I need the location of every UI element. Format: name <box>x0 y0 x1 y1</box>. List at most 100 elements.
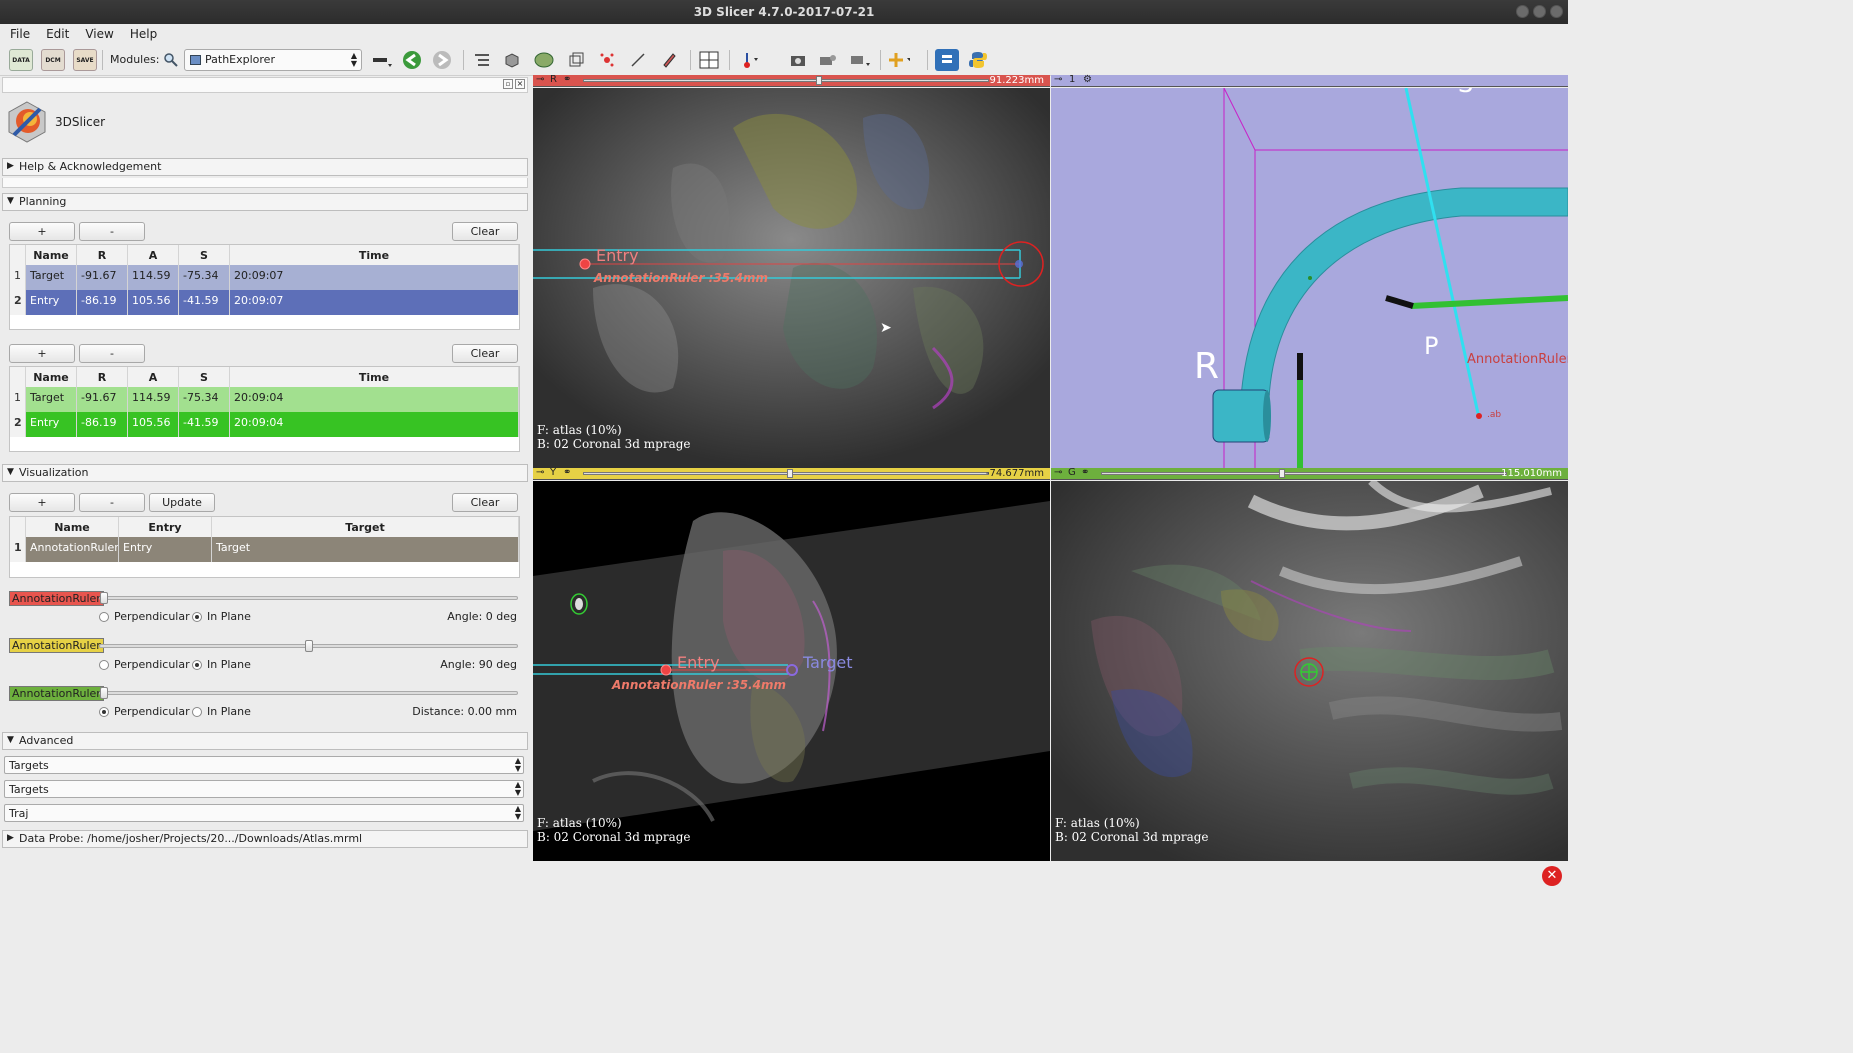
yellow-ruler-slider[interactable] <box>99 640 518 652</box>
cell-s[interactable]: -75.34 <box>179 265 230 290</box>
link-icon[interactable]: ⚭ <box>563 467 571 478</box>
table-row-selected[interactable]: 2 Entry -86.19 105.56 -41.59 20:09:04 <box>10 412 519 437</box>
green-offset-slider[interactable] <box>1101 469 1507 478</box>
pin-icon[interactable]: ⊸ <box>1054 74 1062 85</box>
cell-r[interactable]: -91.67 <box>77 265 128 290</box>
clear-entries-button[interactable]: Clear <box>452 344 518 363</box>
error-log-icon[interactable]: ✕ <box>1542 866 1562 886</box>
scene-view-icon[interactable] <box>816 49 840 71</box>
view-options-icon[interactable]: ⚙ <box>1083 74 1092 85</box>
extension-manager-icon[interactable] <box>935 49 959 71</box>
perpendicular-radio-yellow[interactable] <box>99 660 109 670</box>
cell-s[interactable]: -41.59 <box>179 412 230 437</box>
close-panel-icon[interactable]: × <box>515 79 525 89</box>
cell-name[interactable]: Target <box>26 265 77 290</box>
load-dicom-button[interactable]: DCM <box>41 49 65 71</box>
3d-view[interactable]: R P S AnnotationRuler .ab <box>1051 88 1568 468</box>
module-selector[interactable]: PathExplorer ▲ ▼ <box>184 49 362 71</box>
cell-name[interactable]: Entry <box>26 412 77 437</box>
maximize-button[interactable] <box>1533 5 1546 18</box>
targets-combo-1[interactable]: Targets ▲ ▼ <box>4 756 524 774</box>
red-slice-view[interactable]: Entry AnnotationRuler :35.4mm ➤ F: atlas… <box>533 88 1050 468</box>
minimize-button[interactable] <box>1516 5 1529 18</box>
red-offset-value[interactable]: 91.223mm <box>990 75 1044 87</box>
in-plane-radio-yellow[interactable] <box>192 660 202 670</box>
crosshair-icon[interactable] <box>886 49 910 71</box>
back-arrow-icon[interactable] <box>400 49 424 71</box>
update-button[interactable]: Update <box>149 493 215 512</box>
planning-section-header[interactable]: ▼ Planning <box>2 193 528 211</box>
clear-targets-button[interactable]: Clear <box>452 222 518 241</box>
trajectory-combo[interactable]: Traj ▲ ▼ <box>4 804 524 822</box>
yellow-view-controller-bar[interactable]: ⊸ Y ⚭ -74.677mm <box>533 467 1050 480</box>
cell-time[interactable]: 20:09:04 <box>230 387 519 412</box>
models-module-icon[interactable] <box>532 49 556 71</box>
green-ruler-slider[interactable] <box>99 687 518 699</box>
markups-module-icon[interactable] <box>595 49 619 71</box>
link-icon[interactable]: ⚭ <box>1081 467 1089 478</box>
data-module-icon[interactable] <box>470 49 494 71</box>
column-header-r[interactable]: R <box>77 245 128 265</box>
slider-handle[interactable] <box>100 592 108 604</box>
green-offset-value[interactable]: 115.010mm <box>1501 468 1562 480</box>
column-header-name[interactable]: Name <box>26 367 77 387</box>
perpendicular-radio-red[interactable] <box>99 612 109 622</box>
add-trajectory-button[interactable]: + <box>9 493 75 512</box>
table-row-selected[interactable]: 1 AnnotationRuler Entry Target <box>10 537 519 562</box>
table-row[interactable]: 1 Target -91.67 114.59 -75.34 20:09:04 <box>10 387 519 412</box>
clear-trajectories-button[interactable]: Clear <box>452 493 518 512</box>
menu-view[interactable]: View <box>75 24 119 41</box>
column-header-time[interactable]: Time <box>230 245 519 265</box>
cell-entry[interactable]: Entry <box>119 537 212 562</box>
forward-arrow-icon[interactable] <box>430 49 454 71</box>
cell-s[interactable]: -41.59 <box>179 290 230 315</box>
column-header-s[interactable]: S <box>179 245 230 265</box>
yellow-offset-value[interactable]: -74.677mm <box>986 468 1044 480</box>
menu-file[interactable]: File <box>0 24 36 41</box>
yellow-slice-view[interactable]: Entry Target AnnotationRuler :35.4mm F: … <box>533 481 1050 861</box>
3d-view-controller-bar[interactable]: ⊸ 1 ⚙ <box>1051 74 1568 87</box>
slider-handle[interactable] <box>305 640 313 652</box>
ruler-module-icon[interactable] <box>626 49 650 71</box>
screenshot-icon[interactable] <box>786 49 810 71</box>
scene-restore-icon[interactable] <box>848 49 872 71</box>
cell-name[interactable]: AnnotationRuler <box>26 537 119 562</box>
red-ruler-slider[interactable] <box>99 592 518 604</box>
cell-time[interactable]: 20:09:07 <box>230 265 519 290</box>
layout-icon[interactable] <box>697 49 721 71</box>
slider-handle[interactable] <box>787 469 793 478</box>
cell-target[interactable]: Target <box>212 537 519 562</box>
load-data-button[interactable]: DATA <box>9 49 33 71</box>
green-slice-view[interactable]: F: atlas (10%) B: 02 Coronal 3d mprage <box>1051 481 1568 861</box>
add-entry-button[interactable]: + <box>9 344 75 363</box>
table-row-selected[interactable]: 2 Entry -86.19 105.56 -41.59 20:09:07 <box>10 290 519 315</box>
save-button[interactable]: SAVE <box>73 49 97 71</box>
column-header-r[interactable]: R <box>77 367 128 387</box>
table-row[interactable]: 1 Target -91.67 114.59 -75.34 20:09:07 <box>10 265 519 290</box>
yellow-offset-slider[interactable] <box>583 469 989 478</box>
column-header-entry[interactable]: Entry <box>119 517 212 537</box>
link-icon[interactable]: ⚭ <box>563 74 571 85</box>
slider-handle[interactable] <box>100 687 108 699</box>
add-target-button[interactable]: + <box>9 222 75 241</box>
red-view-controller-bar[interactable]: ⊸ R ⚭ 91.223mm <box>533 74 1050 87</box>
editor-module-icon[interactable] <box>657 49 681 71</box>
column-header-target[interactable]: Target <box>212 517 519 537</box>
remove-trajectory-button[interactable]: - <box>79 493 145 512</box>
cell-r[interactable]: -91.67 <box>77 387 128 412</box>
cell-time[interactable]: 20:09:04 <box>230 412 519 437</box>
remove-entry-button[interactable]: - <box>79 344 145 363</box>
slider-handle[interactable] <box>816 76 822 85</box>
module-search-icon[interactable] <box>159 49 183 71</box>
cell-a[interactable]: 114.59 <box>128 265 179 290</box>
cell-r[interactable]: -86.19 <box>77 412 128 437</box>
slider-handle[interactable] <box>1279 469 1285 478</box>
pin-icon[interactable]: ⊸ <box>1054 467 1062 478</box>
volumes-module-icon[interactable] <box>500 49 524 71</box>
column-header-s[interactable]: S <box>179 367 230 387</box>
targets-combo-2[interactable]: Targets ▲ ▼ <box>4 780 524 798</box>
column-header-name[interactable]: Name <box>26 245 77 265</box>
help-section-header[interactable]: ▶ Help & Acknowledgement <box>2 158 528 176</box>
in-plane-radio-green[interactable] <box>192 707 202 717</box>
data-probe-header[interactable]: ▶ Data Probe: /home/josher/Projects/20...… <box>2 830 528 848</box>
